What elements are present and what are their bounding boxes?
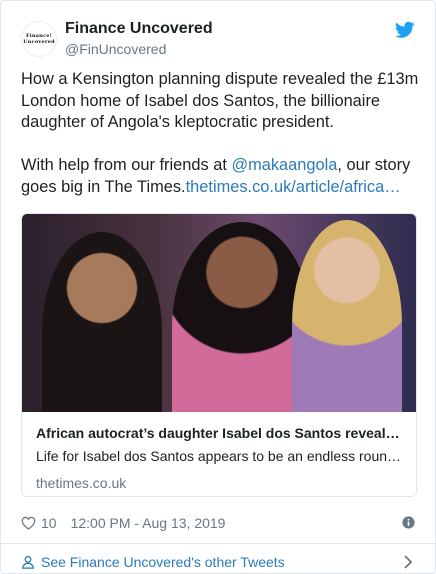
photo-figure-right [292,220,402,412]
handle[interactable]: @FinUncovered [65,39,213,59]
tweet-body: How a Kensington planning dispute reveal… [21,69,421,220]
tweet-paragraph-2: With help from our friends at @makaangol… [21,155,421,198]
card-body: African autocrat’s daughter Isabel dos S… [22,412,416,496]
person-icon [22,555,34,569]
account-names[interactable]: Finance Uncovered @FinUncovered [65,19,213,59]
chevron-right-icon[interactable] [403,555,413,569]
other-tweets-label[interactable]: See Finance Uncovered's other Tweets [41,554,285,570]
embedded-tweet: Finance! Uncovered Finance Uncovered @Fi… [0,0,436,574]
divider [1,543,435,544]
article-photo[interactable] [22,214,416,412]
link-preview-card[interactable]: African autocrat’s daughter Isabel dos S… [21,213,417,497]
photo-figure-center [172,222,312,412]
twitter-bird-icon[interactable] [395,21,415,39]
tweet-text-prefix: With help from our friends at [21,156,232,175]
like-count[interactable]: 10 [41,515,57,531]
display-name[interactable]: Finance Uncovered [65,19,213,39]
heart-icon[interactable] [21,516,36,530]
photo-figure-left [42,232,162,412]
other-tweets-link[interactable]: See Finance Uncovered's other Tweets [21,551,415,573]
card-title: African autocrat’s daughter Isabel dos S… [36,425,400,441]
timestamp[interactable]: 12:00 PM - Aug 13, 2019 [71,515,226,531]
card-description: Life for Isabel dos Santos appears to be… [36,448,402,464]
avatar[interactable]: Finance! Uncovered [21,21,57,57]
tweet-paragraph-1: How a Kensington planning dispute reveal… [21,70,419,132]
avatar-text-line2: Uncovered [23,39,55,45]
info-icon[interactable] [402,516,415,529]
mention-link[interactable]: @makaangola [231,156,337,174]
article-url-link[interactable]: thetimes.co.uk/article/africa… [186,178,401,196]
tweet-meta: 10 12:00 PM - Aug 13, 2019 [21,513,415,533]
card-domain: thetimes.co.uk [36,475,127,491]
tweet-header: Finance! Uncovered Finance Uncovered @Fi… [21,19,415,59]
